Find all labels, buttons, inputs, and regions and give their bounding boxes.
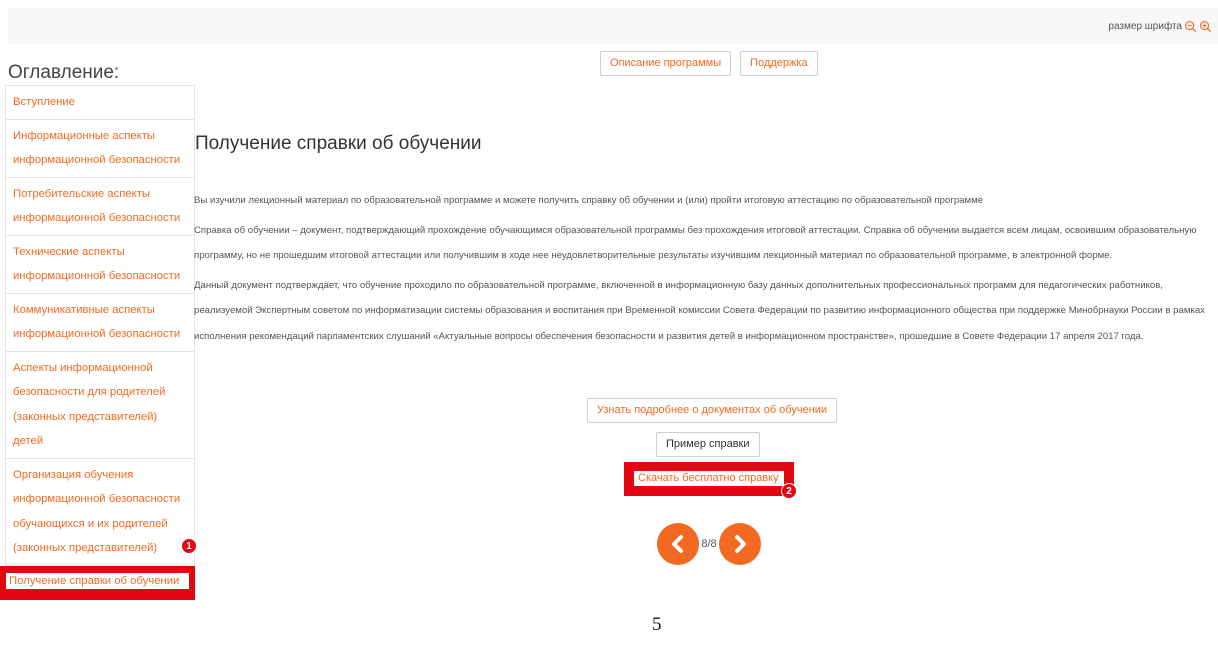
font-size-control: размер шрифта bbox=[1108, 20, 1212, 33]
toc-item-technical-aspects[interactable]: Технические аспекты информационной безоп… bbox=[5, 235, 195, 294]
download-highlight: Скачать бесплатно справку bbox=[624, 462, 794, 496]
zoom-out-icon[interactable] bbox=[1184, 20, 1197, 33]
chevron-left-icon bbox=[672, 535, 683, 553]
toc-item-introduction[interactable]: Вступление bbox=[5, 85, 195, 120]
sample-certificate-button[interactable]: Пример справки bbox=[656, 432, 760, 457]
paragraph-confirmation: Данный документ подтверждает, что обучен… bbox=[194, 279, 1205, 342]
toc-item-parents-aspects[interactable]: Аспекты информационной безопасности для … bbox=[5, 351, 195, 459]
pager: 8/8 bbox=[657, 523, 761, 565]
toc-item-consumer-aspects[interactable]: Потребительские аспекты информационной б… bbox=[5, 177, 195, 236]
annotation-marker-2: 2 bbox=[781, 483, 797, 499]
page-number: 5 bbox=[652, 614, 662, 635]
support-button[interactable]: Поддержка bbox=[740, 51, 818, 76]
annotation-marker-1: 1 bbox=[181, 538, 197, 554]
program-description-button[interactable]: Описание программы bbox=[600, 51, 732, 76]
toc-title: Оглавление: bbox=[8, 62, 120, 83]
more-docs-button[interactable]: Узнать подробнее о документах об обучени… bbox=[587, 398, 838, 423]
toc-item-information-aspects[interactable]: Информационные аспекты информационной бе… bbox=[5, 119, 195, 178]
page-counter: 8/8 bbox=[701, 538, 717, 550]
chevron-right-icon bbox=[735, 535, 746, 553]
toc-item-certificate-label: Получение справки об обучении bbox=[6, 572, 189, 589]
table-of-contents: Вступление Информационные аспекты информ… bbox=[0, 85, 195, 600]
content-body: Вы изучили лекционный материал по образо… bbox=[194, 188, 1214, 353]
top-nav: Описание программы Поддержка bbox=[600, 51, 818, 76]
toc-item-organization[interactable]: Организация обучения информационной безо… bbox=[5, 458, 195, 566]
page-title: Получение справки об обучении bbox=[195, 133, 482, 154]
toc-item-certificate[interactable]: Получение справки об обучении bbox=[0, 565, 195, 600]
next-page-button[interactable] bbox=[719, 523, 761, 565]
download-certificate-button[interactable]: Скачать бесплатно справку bbox=[634, 471, 784, 486]
toc-item-communicative-aspects[interactable]: Коммуникативные аспекты информационной б… bbox=[5, 293, 195, 352]
prev-page-button[interactable] bbox=[657, 523, 699, 565]
paragraph-definition: Справка об обучении – документ, подтверж… bbox=[194, 224, 1197, 262]
top-bar: размер шрифта bbox=[8, 8, 1218, 44]
zoom-in-icon[interactable] bbox=[1199, 20, 1212, 33]
paragraph-intro: Вы изучили лекционный материал по образо… bbox=[194, 195, 984, 206]
font-size-label: размер шрифта bbox=[1108, 21, 1182, 32]
